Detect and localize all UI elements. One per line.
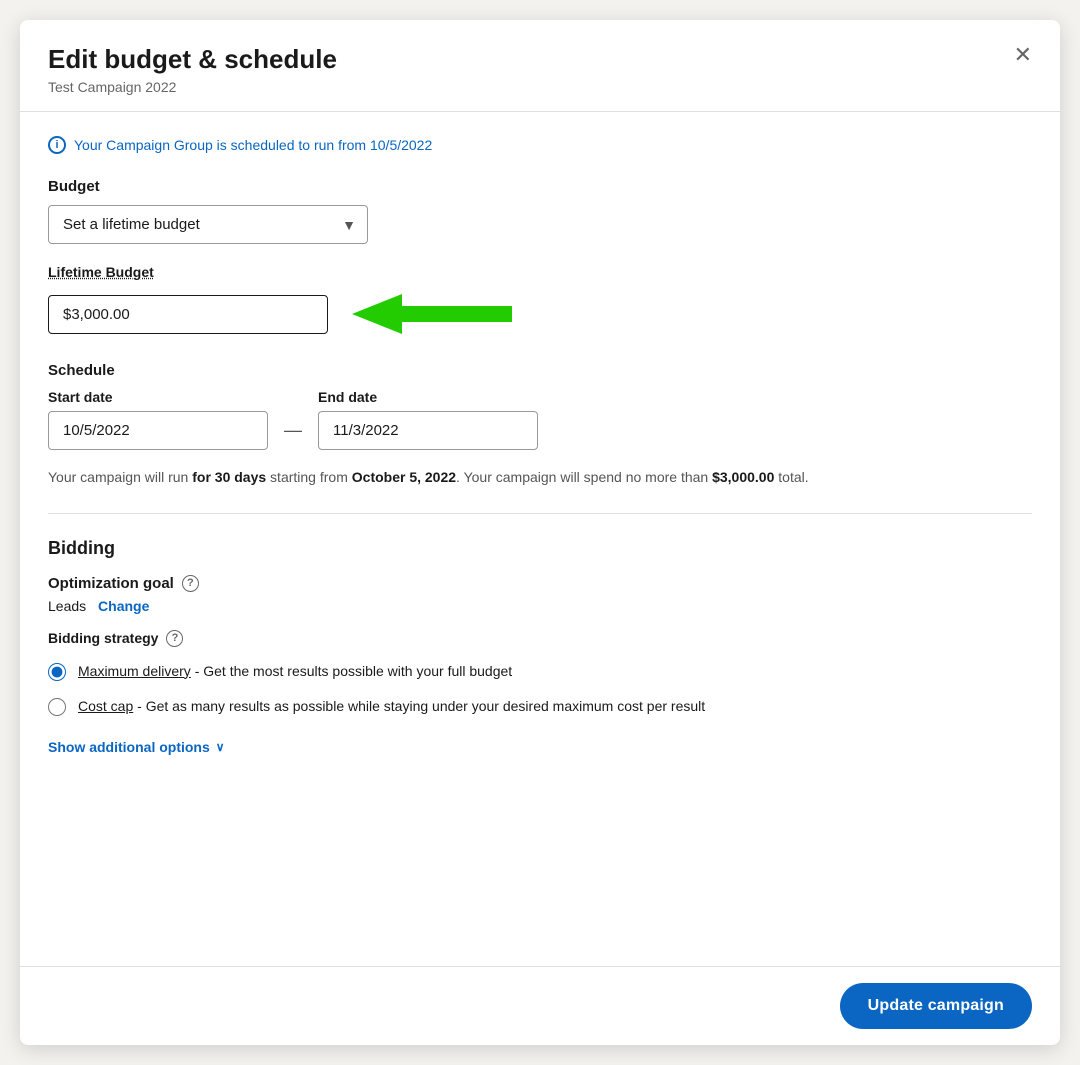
info-icon: i [48, 136, 66, 154]
radio-max-delivery-input[interactable] [48, 663, 66, 681]
max-delivery-desc: - Get the most results possible with you… [191, 663, 512, 679]
end-date-input[interactable] [318, 411, 538, 450]
show-additional-text: Show additional options [48, 739, 210, 755]
summary-bold-1: for 30 days [192, 469, 266, 485]
summary-text-4: total. [774, 469, 808, 485]
end-date-label: End date [318, 389, 538, 405]
close-button[interactable]: ✕ [1010, 40, 1036, 70]
start-date-label: Start date [48, 389, 268, 405]
chevron-down-icon: ∨ [216, 740, 225, 754]
cost-cap-label: Cost cap [78, 698, 133, 714]
lifetime-budget-label: Lifetime Budget [48, 264, 1032, 280]
summary-bold-3: $3,000.00 [712, 469, 774, 485]
summary-text-3: . Your campaign will spend no more than [456, 469, 712, 485]
green-arrow-icon [352, 290, 512, 338]
lifetime-input-row [48, 290, 1032, 338]
radio-max-delivery[interactable]: Maximum delivery - Get the most results … [48, 661, 1032, 682]
section-divider [48, 513, 1032, 514]
optimization-goal-row: Optimization goal ? [48, 575, 1032, 592]
radio-max-delivery-text: Maximum delivery - Get the most results … [78, 661, 512, 682]
modal-footer: Update campaign [20, 966, 1060, 1045]
summary-bold-2: October 5, 2022 [352, 469, 456, 485]
start-date-input[interactable] [48, 411, 268, 450]
modal-dialog: Edit budget & schedule Test Campaign 202… [20, 20, 1060, 1045]
summary-text-1: Your campaign will run [48, 469, 192, 485]
leads-text: Leads [48, 598, 86, 614]
show-additional-link[interactable]: Show additional options ∨ [48, 739, 225, 755]
lifetime-budget-input[interactable] [48, 295, 328, 334]
date-separator: — [268, 420, 318, 441]
schedule-section: Schedule Start date — End date Your camp… [48, 362, 1032, 488]
leads-row: Leads Change [48, 598, 1032, 614]
campaign-summary: Your campaign will run for 30 days start… [48, 466, 828, 488]
opt-goal-label: Optimization goal [48, 575, 174, 592]
budget-select-wrapper: Set a lifetime budget Set a daily budget… [48, 205, 368, 244]
start-date-group: Start date [48, 389, 268, 450]
bidding-strategy-label-text: Bidding strategy [48, 630, 158, 646]
end-date-group: End date [318, 389, 538, 450]
date-row: Start date — End date [48, 389, 1032, 450]
budget-section: Budget Set a lifetime budget Set a daily… [48, 178, 1032, 244]
bidding-strategy-help-icon[interactable]: ? [166, 630, 183, 647]
radio-cost-cap[interactable]: Cost cap - Get as many results as possib… [48, 696, 1032, 717]
lifetime-budget-section: Lifetime Budget [48, 264, 1032, 338]
change-link[interactable]: Change [98, 598, 149, 614]
opt-goal-help-icon[interactable]: ? [182, 575, 199, 592]
bidding-title: Bidding [48, 538, 1032, 559]
modal-body: i Your Campaign Group is scheduled to ru… [20, 112, 1060, 966]
radio-cost-cap-text: Cost cap - Get as many results as possib… [78, 696, 705, 717]
info-banner: i Your Campaign Group is scheduled to ru… [48, 136, 1032, 154]
bidding-strategy-label-row: Bidding strategy ? [48, 630, 1032, 647]
cost-cap-desc: - Get as many results as possible while … [133, 698, 705, 714]
radio-cost-cap-input[interactable] [48, 698, 66, 716]
schedule-label: Schedule [48, 362, 1032, 379]
budget-type-select[interactable]: Set a lifetime budget Set a daily budget [48, 205, 368, 244]
update-campaign-button[interactable]: Update campaign [840, 983, 1032, 1029]
budget-label: Budget [48, 178, 1032, 195]
modal-title: Edit budget & schedule [48, 44, 1032, 75]
arrow-annotation [352, 290, 512, 338]
info-banner-text: Your Campaign Group is scheduled to run … [74, 137, 432, 153]
modal-header: Edit budget & schedule Test Campaign 202… [20, 20, 1060, 112]
bidding-section: Bidding Optimization goal ? Leads Change… [48, 538, 1032, 757]
max-delivery-label: Maximum delivery [78, 663, 191, 679]
summary-text-2: starting from [266, 469, 352, 485]
modal-subtitle: Test Campaign 2022 [48, 79, 1032, 95]
